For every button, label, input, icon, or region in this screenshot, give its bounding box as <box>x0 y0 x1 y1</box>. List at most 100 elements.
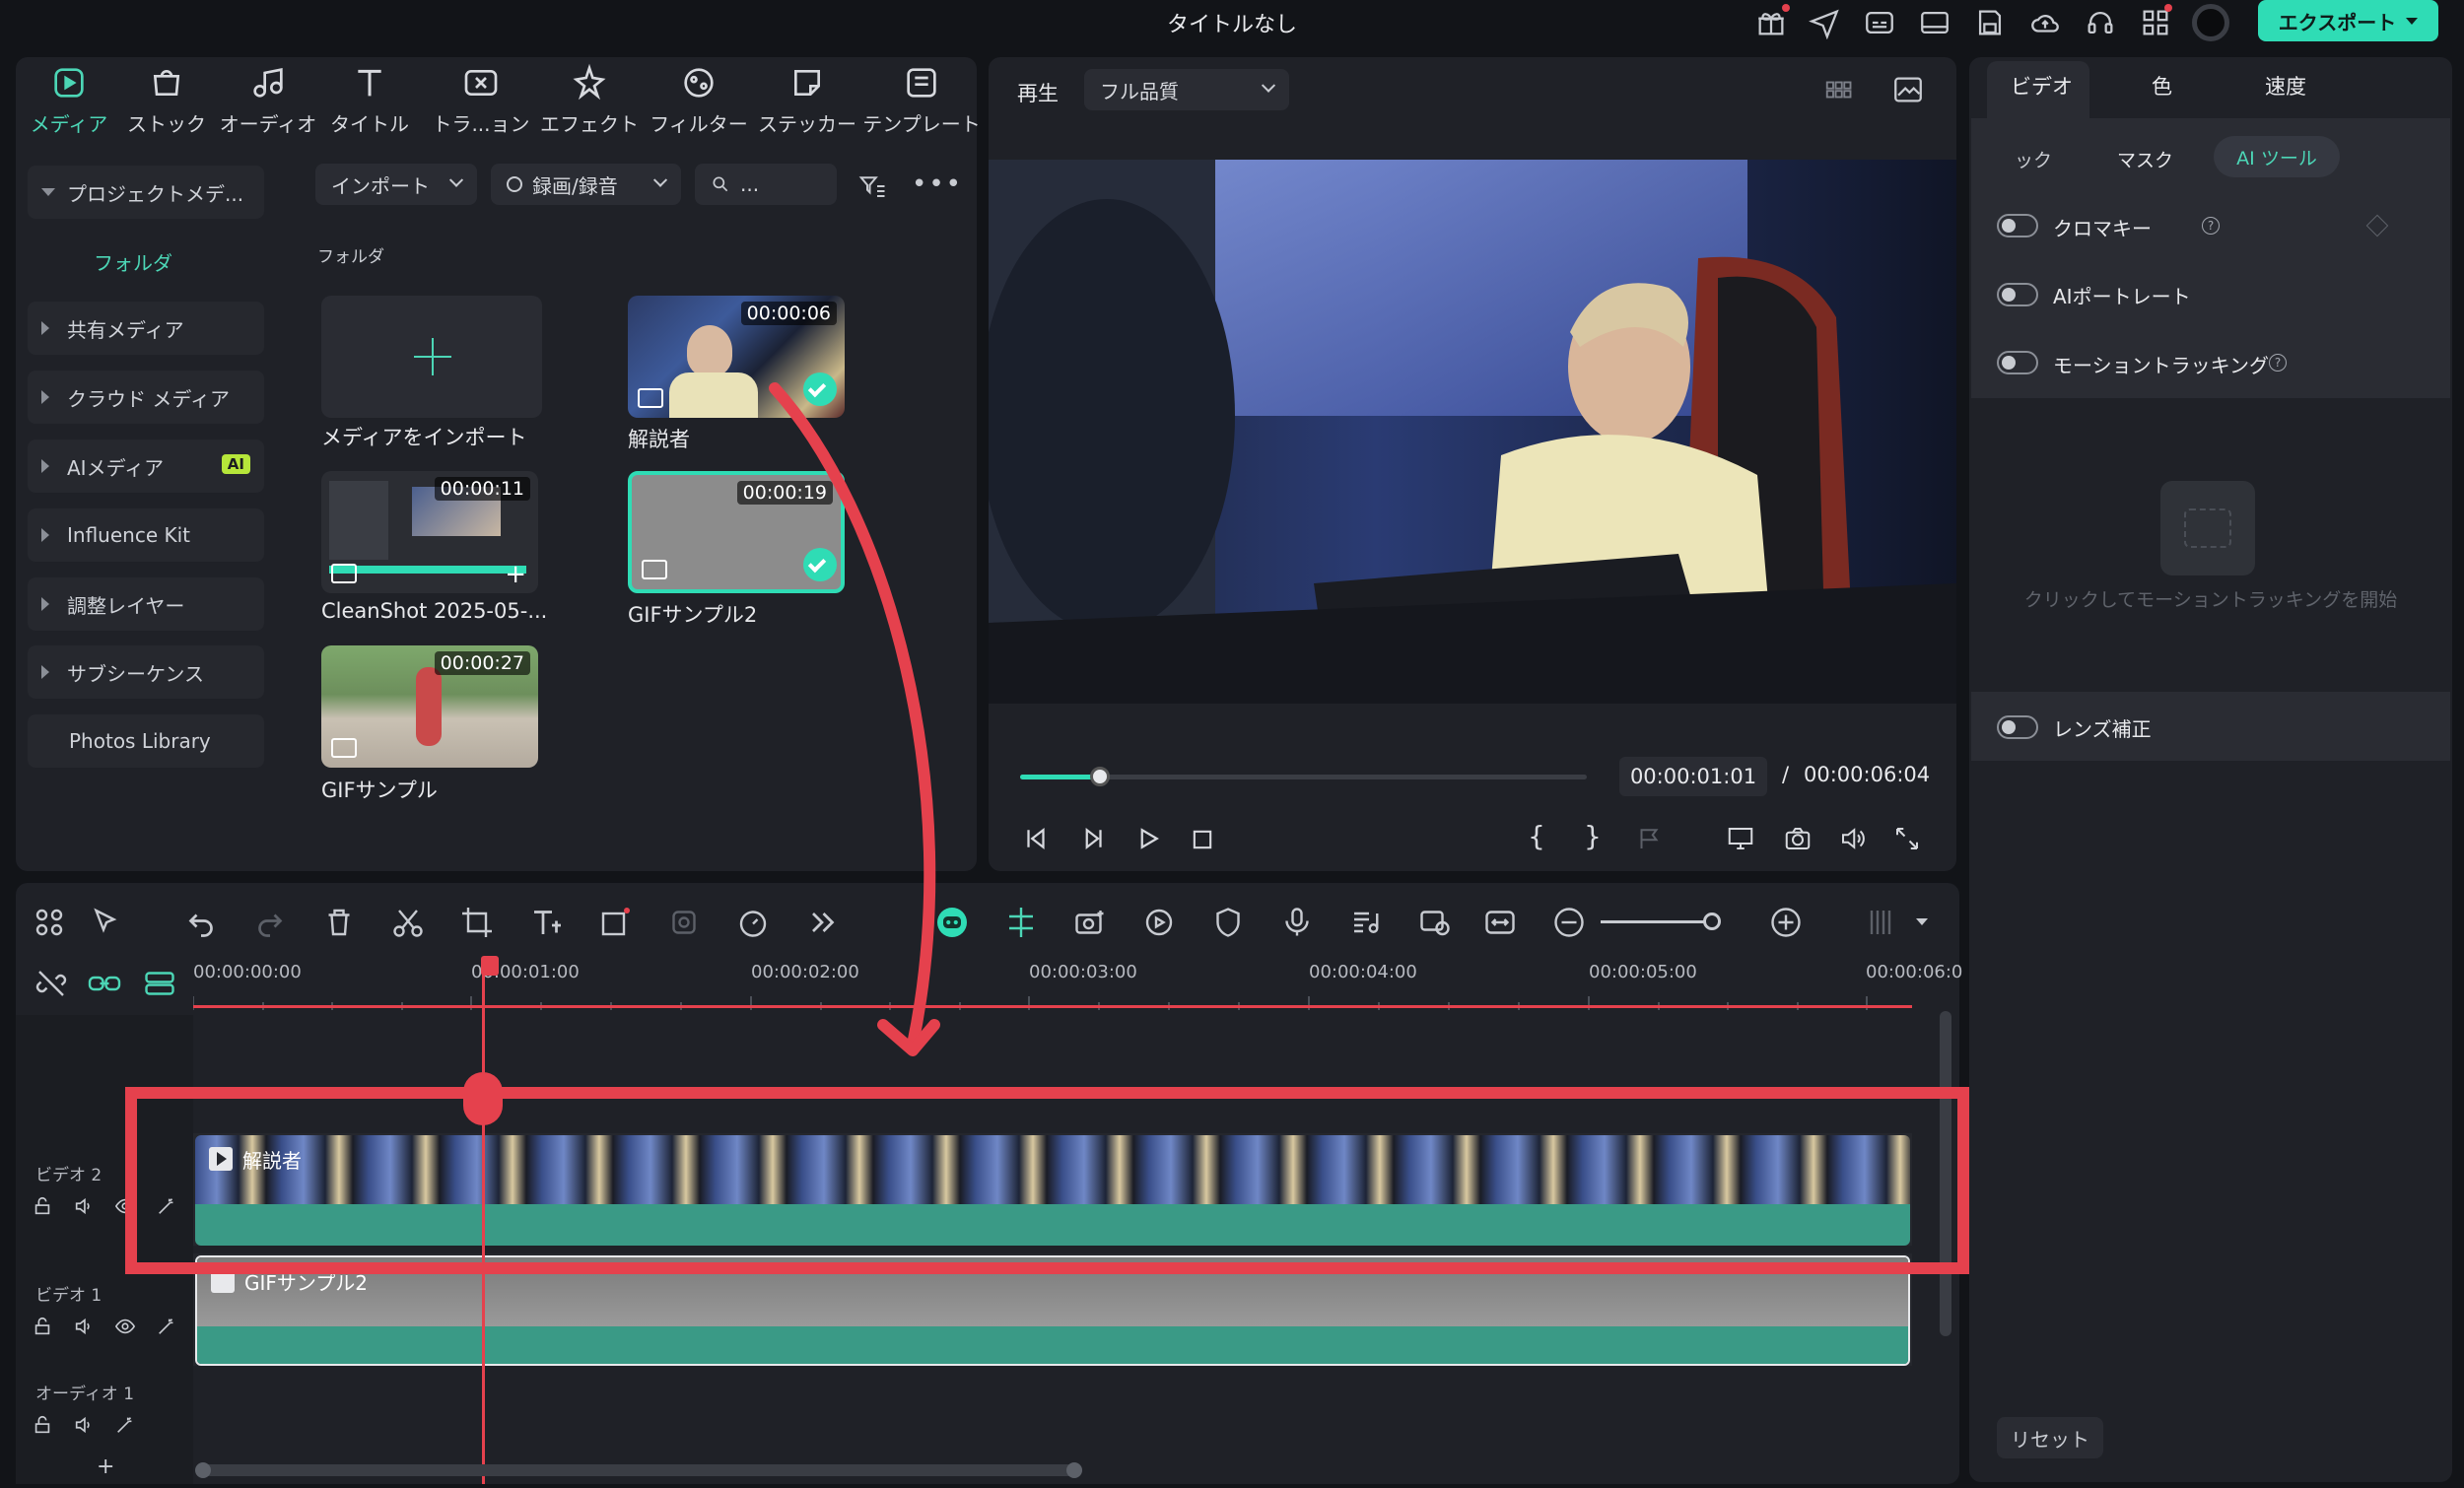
auto-reframe-icon[interactable] <box>1417 905 1453 940</box>
eye-icon[interactable] <box>114 1195 136 1217</box>
track-manager-icon[interactable] <box>142 966 174 997</box>
playhead-knob[interactable] <box>463 1072 503 1125</box>
select-tool-icon[interactable] <box>89 905 124 940</box>
add-icon[interactable]: + <box>505 560 526 589</box>
preview-progress-track[interactable] <box>1020 767 1587 786</box>
grid-view-icon[interactable] <box>1819 75 1857 104</box>
display-icon[interactable] <box>1725 824 1756 853</box>
volume-icon[interactable] <box>73 1316 95 1337</box>
ai-edit-icon[interactable] <box>666 905 702 940</box>
preview-progress-handle[interactable] <box>1089 767 1110 786</box>
shape-icon[interactable] <box>597 905 633 940</box>
sidebar-item-folder[interactable]: フォルダ <box>94 247 172 276</box>
text-tool-icon[interactable] <box>528 905 564 940</box>
snapshot-icon[interactable] <box>1782 824 1814 853</box>
tab-effects[interactable]: エフェクト <box>536 63 643 137</box>
subtitle-icon[interactable] <box>1863 6 1896 39</box>
media-thumbnail[interactable]: 00:00:11 + <box>321 471 538 593</box>
lock-icon[interactable] <box>32 1414 53 1436</box>
play-icon[interactable] <box>1133 824 1163 853</box>
sidebar-item-project-media[interactable]: プロジェクトメデ... <box>28 166 264 219</box>
ai-assistant-icon[interactable] <box>934 905 970 940</box>
snap-icon[interactable] <box>1003 905 1039 940</box>
reset-button[interactable]: リセット <box>1997 1417 2103 1458</box>
volume-icon[interactable] <box>73 1414 95 1436</box>
save-icon[interactable] <box>1973 6 2007 39</box>
scrollbar-handle[interactable] <box>195 1462 211 1478</box>
volume-icon[interactable] <box>1837 824 1869 853</box>
lock-icon[interactable] <box>32 1195 53 1217</box>
zoom-slider-handle[interactable] <box>1703 913 1721 930</box>
tab-audio[interactable]: オーディオ <box>215 63 321 137</box>
timeline-clip-selected[interactable]: GIFサンプル2 <box>195 1255 1910 1366</box>
link-off-icon[interactable] <box>34 966 67 997</box>
zoom-slider[interactable] <box>1601 920 1713 923</box>
headset-icon[interactable] <box>2084 6 2117 39</box>
import-dropdown[interactable]: インポート <box>315 164 477 205</box>
track-layout-icon[interactable] <box>1863 905 1898 940</box>
microphone-icon[interactable] <box>1279 905 1315 940</box>
scrollbar-handle[interactable] <box>1066 1462 1082 1478</box>
layout-switch-icon[interactable] <box>32 905 67 940</box>
zoom-in-icon[interactable] <box>1768 905 1804 940</box>
cut-icon[interactable] <box>390 905 426 940</box>
lock-icon[interactable] <box>32 1316 53 1337</box>
tab-media[interactable]: メディア <box>16 63 122 137</box>
layout-icon[interactable] <box>1918 6 1951 39</box>
sidebar-item-shared-media[interactable]: 共有メディア <box>28 302 264 355</box>
redo-icon[interactable] <box>252 905 288 940</box>
sidebar-item-ai-media[interactable]: AIメディア AI <box>28 440 264 493</box>
marker-icon[interactable] <box>1634 824 1664 853</box>
tab-color[interactable]: 色 <box>2152 71 2172 101</box>
zoom-out-icon[interactable] <box>1551 905 1587 940</box>
tab-video[interactable]: ビデオ <box>2011 71 2073 101</box>
eye-icon[interactable] <box>114 1316 136 1337</box>
camera-effect-icon[interactable] <box>1072 905 1108 940</box>
motion-tracking-toggle[interactable] <box>1997 351 2038 374</box>
cloud-upload-icon[interactable] <box>2028 6 2062 39</box>
tab-title[interactable]: タイトル <box>316 63 423 137</box>
shield-icon[interactable] <box>1210 905 1246 940</box>
tab-stock[interactable]: ストック <box>113 63 220 137</box>
timeline-vertical-scrollbar[interactable] <box>1940 1011 1951 1336</box>
tab-filter[interactable]: フィルター <box>646 63 752 137</box>
mark-out-icon[interactable]: } <box>1584 820 1602 852</box>
ai-portrait-toggle[interactable] <box>1997 283 2038 306</box>
timeline-horizontal-scrollbar[interactable] <box>197 1464 1082 1476</box>
stop-icon[interactable] <box>1189 826 1216 853</box>
tab-speed[interactable]: 速度 <box>2265 71 2306 101</box>
sidebar-item-influence-kit[interactable]: Influence Kit <box>28 508 264 562</box>
magic-wand-icon[interactable] <box>156 1195 177 1217</box>
more-options-icon[interactable]: ••• <box>912 169 963 199</box>
auto-highlight-icon[interactable] <box>1141 905 1177 940</box>
chevron-down-icon[interactable] <box>1916 918 1928 925</box>
help-icon[interactable]: ? <box>2202 217 2220 235</box>
filter-sort-icon[interactable] <box>856 171 889 201</box>
avatar[interactable] <box>2192 4 2229 41</box>
speed-icon[interactable] <box>735 905 771 940</box>
help-icon[interactable]: ? <box>2269 354 2287 372</box>
subtab-ai-tools[interactable]: AI ツール <box>2214 136 2340 177</box>
sidebar-item-photos-library[interactable]: Photos Library <box>28 714 264 768</box>
magic-wand-icon[interactable] <box>114 1414 136 1436</box>
sidebar-item-adjustment-layer[interactable]: 調整レイヤー <box>28 577 264 631</box>
send-icon[interactable] <box>1808 6 1841 40</box>
tab-transition[interactable]: トラ...ョン <box>428 63 534 137</box>
media-thumbnail[interactable]: 00:00:27 <box>321 645 538 768</box>
subtab-basic[interactable]: ック <box>2015 146 2052 172</box>
sidebar-item-cloud-media[interactable]: クラウド メディア <box>28 371 264 424</box>
image-icon[interactable] <box>1890 73 1926 106</box>
crop-icon[interactable] <box>459 905 495 940</box>
magic-wand-icon[interactable] <box>156 1316 177 1337</box>
fit-timeline-icon[interactable] <box>1482 905 1518 940</box>
timeline-clip[interactable]: 解説者 <box>195 1135 1910 1246</box>
work-area-bar[interactable] <box>193 1005 1912 1008</box>
delete-icon[interactable] <box>321 905 357 940</box>
fullscreen-icon[interactable] <box>1892 824 1922 853</box>
mark-in-icon[interactable]: { <box>1528 820 1545 852</box>
lens-correction-toggle[interactable] <box>1997 715 2038 739</box>
undo-icon[interactable] <box>183 905 219 940</box>
more-tools-icon[interactable] <box>804 905 840 940</box>
tab-template[interactable]: テンプレート <box>862 63 981 137</box>
search-input[interactable]: ... <box>695 164 837 205</box>
